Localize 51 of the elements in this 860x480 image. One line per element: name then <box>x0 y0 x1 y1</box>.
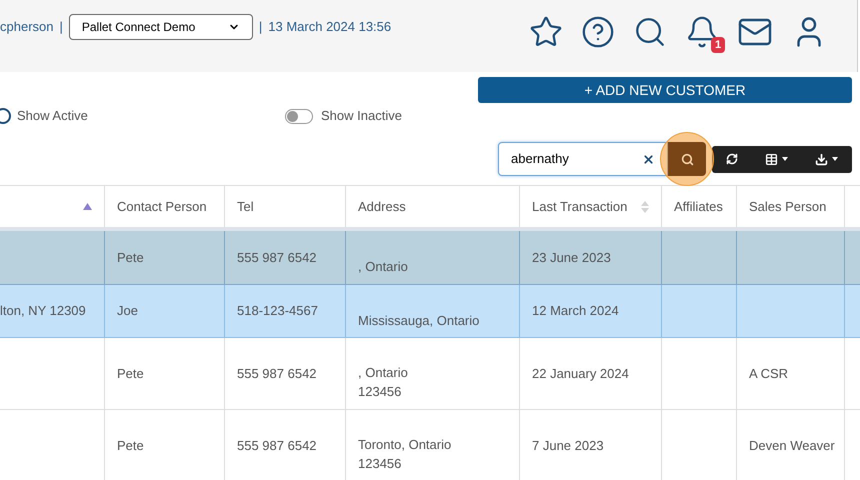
table-row[interactable]: Pete 555 987 6542 , Ontario 23 June 2023 <box>0 231 860 285</box>
table-cell-text: 22 January 2024 <box>532 364 629 383</box>
column-header[interactable]: Contact Person <box>117 196 207 216</box>
column-header[interactable]: Sales Person <box>749 196 826 216</box>
table-row[interactable]: lton, NY 12309 Joe 518-123-4567 Mississauga, Ontario 12 March 2024 <box>0 285 860 338</box>
column-header[interactable]: Affiliates <box>674 196 723 216</box>
download-menu-icon[interactable] <box>815 152 838 166</box>
table-row[interactable]: Pete 555 987 6542 , Ontario 123456 22 January 2024 A CSR <box>0 338 860 410</box>
search-field[interactable]: abernathy <box>498 142 668 176</box>
date-time: 13 March 2024 13:56 <box>268 18 392 36</box>
table-cell-text: lton, NY 12309 <box>0 302 86 320</box>
table-cell-text: Joe <box>117 302 138 320</box>
column-header[interactable]: Address <box>358 196 406 216</box>
filter-label: Show Active <box>17 107 88 126</box>
add-customer-button[interactable]: + ADD NEW CUSTOMER <box>478 77 852 103</box>
clear-icon[interactable] <box>642 152 655 166</box>
separator-text: | <box>59 18 63 36</box>
notification-badge: 1 <box>711 37 726 53</box>
table-cell-text: 555 987 6542 <box>237 248 317 267</box>
column-header[interactable]: Tel <box>237 196 254 216</box>
table-cell-text: 555 987 6542 <box>237 436 317 455</box>
address-line: Mississauga, Ontario <box>358 312 480 330</box>
search-icon <box>680 152 694 166</box>
columns-menu-icon[interactable] <box>764 152 788 166</box>
sort-ascending-icon[interactable] <box>83 203 92 210</box>
user-name[interactable]: cpherson <box>0 17 54 37</box>
company-select[interactable]: Pallet Connect Demo <box>68 14 253 40</box>
filter-label: Show Inactive <box>321 107 402 126</box>
table-cell-text: 555 987 6542 <box>237 364 317 383</box>
table-cell-text: 7 June 2023 <box>532 436 604 455</box>
table-cell-text: Pete <box>117 436 144 455</box>
table-cell-text: 12 March 2024 <box>532 302 619 320</box>
toggle-switch[interactable] <box>285 108 313 124</box>
address-line: Toronto, Ontario <box>358 436 452 454</box>
refresh-icon[interactable] <box>726 153 738 165</box>
column-header[interactable]: Last Transaction <box>532 196 628 216</box>
search-icon[interactable] <box>633 15 667 49</box>
table-cell-text: A CSR <box>749 364 788 383</box>
table-cell-text: Deven Weaver <box>749 436 835 455</box>
search-button[interactable] <box>668 142 706 176</box>
address-line: 123456 <box>358 382 402 400</box>
address-line: 123456 <box>358 454 402 472</box>
address-line: , Ontario <box>358 364 408 382</box>
table-cell-text: Pete <box>117 364 144 383</box>
table-cell-text: Pete <box>117 248 144 267</box>
star-icon[interactable] <box>529 15 563 49</box>
table-cell-text: 518-123-4567 <box>237 302 318 320</box>
separator-text: | <box>258 18 262 36</box>
table-cell-text: 23 June 2023 <box>532 248 611 267</box>
address-line: , Ontario <box>358 258 408 276</box>
help-icon[interactable] <box>581 15 615 49</box>
